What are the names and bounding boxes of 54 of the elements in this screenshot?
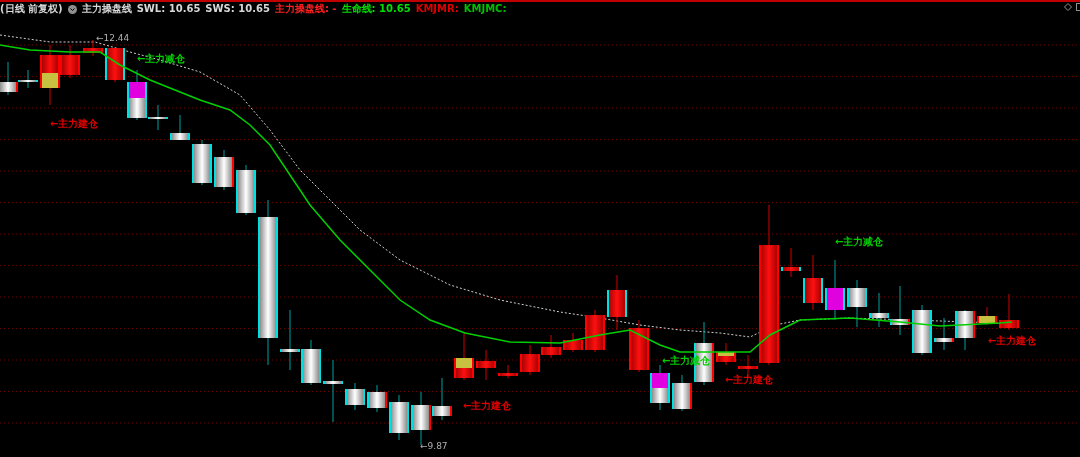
indicator-reading: SWL: 10.65	[136, 3, 201, 15]
candlestick	[323, 359, 343, 423]
candlestick	[520, 344, 540, 376]
candlestick	[432, 377, 452, 421]
signal-annotation: ←主力减仓	[835, 236, 884, 248]
candlestick	[476, 349, 496, 381]
candlestick	[847, 279, 867, 328]
signal-annotation: ←主力建仓	[50, 118, 99, 130]
candlestick	[301, 339, 321, 386]
candlestick	[498, 364, 518, 379]
candlestick	[716, 342, 736, 366]
signal-annotation: ←主力减仓	[137, 53, 186, 65]
candlestick	[454, 332, 474, 381]
candlestick	[912, 304, 932, 356]
indicator-reading: 生命线: 10.65	[341, 3, 411, 15]
candlestick	[890, 285, 910, 336]
candlestick	[367, 384, 387, 413]
candlestick	[629, 319, 649, 373]
indicator-reading: 主力操盘线: -	[274, 3, 337, 15]
dropdown-circle-icon[interactable]	[67, 4, 77, 14]
indicator-reading: KMJMR:	[415, 3, 459, 15]
candlestick	[672, 374, 692, 412]
signal-annotation: ←主力减仓	[662, 355, 711, 367]
candlestick	[563, 332, 583, 353]
candlestick	[977, 306, 997, 326]
candlestick	[105, 47, 125, 83]
candlestick	[825, 259, 845, 321]
price-extreme-label: ←12.44	[96, 33, 130, 44]
candlestick	[803, 254, 823, 311]
candlestick	[869, 292, 889, 328]
candlestick	[236, 164, 256, 216]
candlestick	[280, 309, 300, 371]
indicator-reading: SWS: 10.65	[205, 3, 270, 15]
chart-period-label: (日线 前复权)	[0, 3, 63, 15]
candlestick	[541, 334, 561, 359]
candlestick	[607, 274, 627, 331]
signal-annotation: ←主力建仓	[725, 374, 774, 386]
candlestick	[192, 139, 212, 186]
candlestick	[214, 149, 234, 191]
signal-annotation: ←主力建仓	[463, 400, 512, 412]
candlestick	[999, 293, 1019, 331]
candlestick	[650, 364, 670, 411]
candlestick	[585, 309, 605, 353]
candlestick	[955, 309, 975, 351]
candlestick	[170, 114, 190, 141]
candlestick	[389, 394, 409, 441]
price-extreme-label: ←9.87	[420, 441, 448, 452]
indicator-reading: KMJMC:	[463, 3, 507, 15]
candlestick	[345, 382, 365, 411]
signal-annotation: ←主力建仓	[988, 335, 1037, 347]
candlestick	[934, 317, 954, 351]
candlestick	[83, 39, 103, 57]
indicator-name: 主力操盘线	[81, 3, 132, 15]
candlestick	[781, 247, 801, 278]
